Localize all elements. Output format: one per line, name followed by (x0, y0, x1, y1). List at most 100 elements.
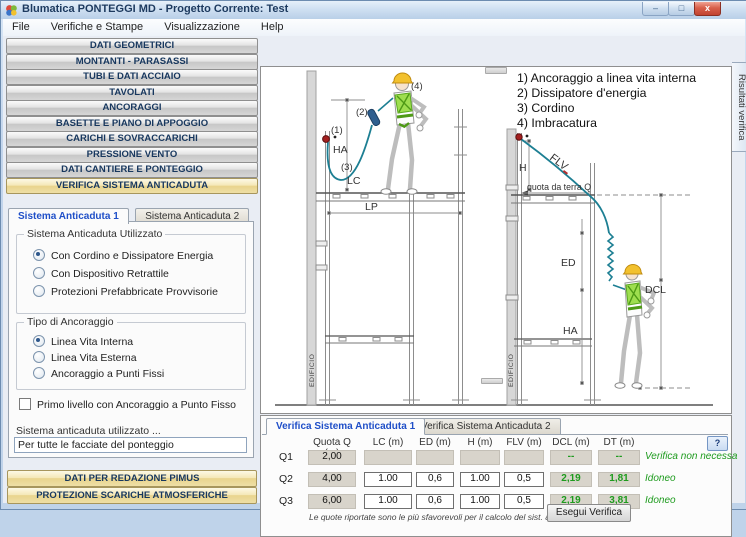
label-edificio-right: EDIFICIO (508, 354, 515, 387)
splitter-grip-top[interactable] (485, 67, 507, 74)
radio-linea-vita-esterna[interactable]: Linea Vita Esterna (33, 351, 137, 363)
radio-label: Linea Vita Esterna (51, 352, 137, 364)
status-q2: Idoneo (645, 473, 676, 484)
header-h: H (m) (460, 437, 500, 448)
sistema-utilizzato-input[interactable] (14, 437, 247, 453)
group-tipo-ancoraggio: Tipo di Ancoraggio Linea Vita Interna Li… (16, 322, 246, 390)
header-dt: DT (m) (598, 437, 640, 448)
cell-q3-h[interactable]: 1.00 (460, 494, 500, 509)
nav-montanti-parasassi[interactable]: MONTANTI - PARASASSI (6, 54, 258, 70)
cell-q1-dt: -- (598, 450, 640, 465)
close-button[interactable]: x (694, 2, 721, 16)
sistema-tab-page: Sistema Anticaduta Utilizzato Con Cordin… (8, 221, 254, 458)
legend-line-4: 4) Imbracatura (517, 116, 597, 130)
tab-verifica-anticaduta-2[interactable]: Verifica Sistema Anticaduta 2 (411, 418, 561, 435)
menu-help[interactable]: Help (252, 19, 293, 35)
maximize-button[interactable]: □ (668, 2, 695, 16)
radio-label: Con Cordino e Dissipatore Energia (51, 250, 213, 262)
nav-tavolati[interactable]: TAVOLATI (6, 85, 258, 101)
help-button[interactable]: ? (707, 436, 728, 451)
nav-dati-geometrici[interactable]: DATI GEOMETRICI (6, 38, 258, 54)
cell-q3-ed[interactable]: 0,6 (416, 494, 454, 509)
checkbox-icon (19, 398, 31, 410)
radio-label: Ancoraggio a Punti Fissi (51, 368, 164, 380)
legend-line-2: 2) Dissipatore d'energia (517, 86, 647, 100)
label-ha-left: HA (333, 144, 348, 156)
anchor-point (323, 136, 330, 143)
cell-q1-h (460, 450, 500, 465)
menu-visualizzazione[interactable]: Visualizzazione (155, 19, 249, 35)
cell-q3-flv[interactable]: 0,5 (504, 494, 544, 509)
helmet (624, 265, 643, 275)
menu-verifiche-e-stampe[interactable]: Verifiche e Stampe (42, 19, 152, 35)
radio-label: Con Dispositivo Retrattile (51, 268, 169, 280)
header-lc: LC (m) (364, 437, 412, 448)
label-4: (4) (411, 81, 423, 92)
nav-pressione-vento[interactable]: PRESSIONE VENTO (6, 147, 258, 163)
right-labels: FLV H quota da terra Q ED HA DCL EDIFICI… (508, 152, 666, 387)
group-title: Sistema Anticaduta Utilizzato (24, 228, 165, 240)
cell-q1-flv (504, 450, 544, 465)
radio-icon (33, 285, 45, 297)
header-flv: FLV (m) (504, 437, 544, 448)
tab-risultati-verifica[interactable]: Risultati verifica (732, 62, 746, 152)
radio-icon (33, 267, 45, 279)
drawing-panel: 1) Ancoraggio a linea vita interna 2) Di… (260, 66, 732, 414)
anticaduta-diagram: 1) Ancoraggio a linea vita interna 2) Di… (261, 67, 729, 411)
radio-protezioni-prefabbricate[interactable]: Protezioni Prefabbricate Provvisorie (33, 285, 218, 297)
row-label-q1: Q1 (277, 451, 293, 463)
nav-basette-piano-appoggio[interactable]: BASETTE E PIANO DI APPOGGIO (6, 116, 258, 132)
splitter-grip-bottom[interactable] (481, 378, 503, 384)
label-2: (2) (356, 107, 368, 118)
cell-q3-quota: 6,00 (308, 494, 356, 509)
tab-sistema-anticaduta-1[interactable]: Sistema Anticaduta 1 (8, 208, 129, 224)
nav-verifica-sistema-anticaduta[interactable]: VERIFICA SISTEMA ANTICADUTA (6, 178, 258, 194)
verifica-panel: Verifica Sistema Anticaduta 1 Verifica S… (260, 415, 732, 537)
anchor-point-right (516, 134, 522, 140)
cell-q1-ed (416, 450, 454, 465)
label-flv: FLV (547, 152, 570, 174)
cell-q3-lc[interactable]: 1.00 (364, 494, 412, 509)
radio-label: Protezioni Prefabbricate Provvisorie (51, 286, 218, 298)
cell-q2-lc[interactable]: 1.00 (364, 472, 412, 487)
group-title: Tipo di Ancoraggio (24, 316, 117, 328)
radio-icon (33, 249, 45, 261)
nav-dati-cantiere-ponteggio[interactable]: DATI CANTIERE E PONTEGGIO (6, 162, 258, 178)
nav-tubi-dati-acciaio[interactable]: TUBI E DATI ACCIAIO (6, 69, 258, 85)
cell-q2-dt: 1,81 (598, 472, 640, 487)
group-sistema-anticaduta-utilizzato: Sistema Anticaduta Utilizzato Con Cordin… (16, 234, 246, 314)
cell-q2-flv[interactable]: 0,5 (504, 472, 544, 487)
checkbox-primo-livello[interactable]: Primo livello con Ancoraggio a Punto Fis… (19, 398, 236, 411)
cell-q2-ed[interactable]: 0,6 (416, 472, 454, 487)
nav-ancoraggi[interactable]: ANCORAGGI (6, 100, 258, 116)
label-lc: LC (347, 175, 361, 187)
label-3: (3) (341, 162, 353, 173)
cell-q2-h[interactable]: 1.00 (460, 472, 500, 487)
label-dcl: DCL (645, 284, 666, 296)
app-window: Blumatica PONTEGGI MD - Progetto Corrent… (0, 0, 746, 510)
radio-dispositivo-retrattile[interactable]: Con Dispositivo Retrattile (33, 267, 169, 279)
radio-cordino-dissipatore[interactable]: Con Cordino e Dissipatore Energia (33, 249, 213, 261)
button-protezione-scariche-atmosferiche[interactable]: PROTEZIONE SCARICHE ATMOSFERICHE (7, 487, 257, 504)
label-h: H (519, 162, 527, 174)
window-title: Blumatica PONTEGGI MD - Progetto Corrent… (22, 3, 288, 15)
nav-carichi-sovraccarichi[interactable]: CARICHI E SOVRACCARICHI (6, 131, 258, 147)
cell-q1-quota: 2,00 (308, 450, 356, 465)
cell-q1-lc (364, 450, 412, 465)
label-ed: ED (561, 257, 576, 269)
label-ha-right: HA (563, 325, 578, 337)
tab-verifica-anticaduta-1[interactable]: Verifica Sistema Anticaduta 1 (266, 418, 425, 435)
button-dati-redazione-pimus[interactable]: DATI PER REDAZIONE PIMUS (7, 470, 257, 487)
label-1: (1) (331, 125, 343, 136)
radio-ancoraggio-punti-fissi[interactable]: Ancoraggio a Punti Fissi (33, 367, 164, 379)
menu-file[interactable]: File (3, 19, 39, 35)
minimize-button[interactable]: – (642, 2, 669, 16)
title-bar: Blumatica PONTEGGI MD - Progetto Corrent… (1, 1, 746, 19)
diagram-legend: 1) Ancoraggio a linea vita interna 2) Di… (517, 71, 696, 130)
radio-linea-vita-interna[interactable]: Linea Vita Interna (33, 335, 133, 347)
radio-icon (33, 335, 45, 347)
label-edificio-left: EDIFICIO (309, 354, 316, 387)
right-dimensions (521, 140, 691, 390)
esegui-verifica-button[interactable]: Esegui Verifica (547, 504, 631, 522)
status-q1: Verifica non necessa (645, 451, 737, 462)
